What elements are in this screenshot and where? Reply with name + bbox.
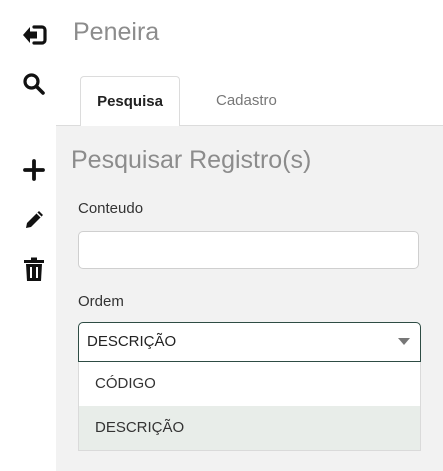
option-codigo[interactable]: CÓDIGO: [79, 362, 420, 406]
ordem-label: Ordem: [78, 293, 124, 310]
plus-icon[interactable]: [20, 156, 48, 184]
sign-in-icon[interactable]: [20, 21, 48, 49]
ordem-selected-value: DESCRIÇÃO: [87, 333, 177, 350]
action-toolbar: [0, 0, 62, 470]
conteudo-label: Conteudo: [78, 200, 144, 217]
option-descricao[interactable]: DESCRIÇÃO: [79, 406, 420, 450]
panel-title: Pesquisar Registro(s): [71, 146, 312, 174]
tab-pesquisa[interactable]: Pesquisa: [80, 76, 180, 126]
page-title: Peneira: [73, 18, 160, 46]
trash-icon[interactable]: [20, 256, 48, 284]
ordem-select[interactable]: DESCRIÇÃO: [78, 322, 421, 362]
pencil-icon[interactable]: [20, 206, 48, 234]
tab-cadastro[interactable]: Cadastro: [216, 76, 277, 124]
conteudo-input[interactable]: [78, 231, 419, 269]
search-panel: Pesquisar Registro(s) Conteudo Ordem DES…: [56, 125, 443, 471]
caret-down-icon[interactable]: [398, 338, 410, 345]
search-icon[interactable]: [20, 70, 48, 98]
ordem-dropdown-list: CÓDIGO DESCRIÇÃO: [78, 362, 421, 451]
